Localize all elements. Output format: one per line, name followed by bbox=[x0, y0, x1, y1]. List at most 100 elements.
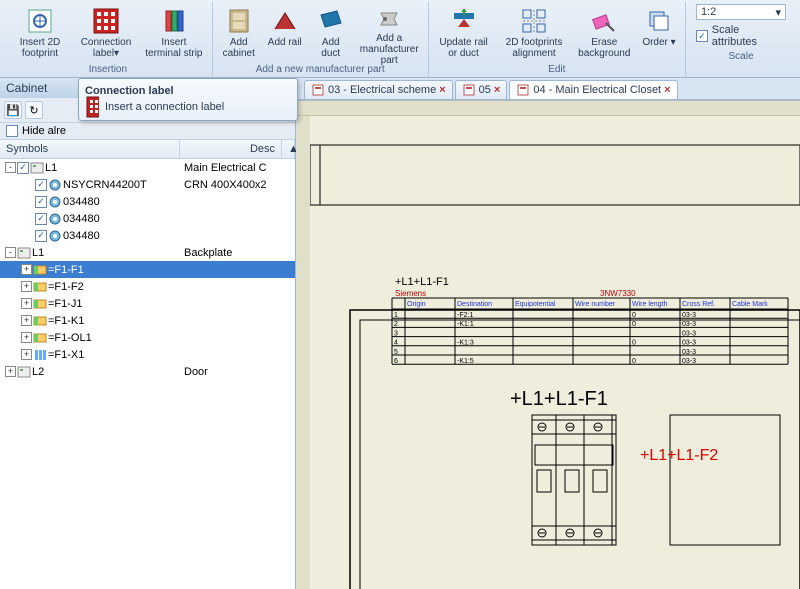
insert-2d-footprint-icon bbox=[24, 5, 56, 37]
col-desc[interactable]: Desc bbox=[180, 140, 282, 158]
ribbon-group-label: Edit bbox=[433, 63, 681, 77]
expand-icon[interactable]: + bbox=[5, 366, 16, 377]
order-label: Order ▾ bbox=[642, 37, 675, 48]
toolbar-refresh-icon[interactable]: ↻ bbox=[25, 101, 43, 119]
add-duct[interactable]: Add duct bbox=[309, 2, 353, 62]
tab-04[interactable]: 04 - Main Electrical Closet× bbox=[509, 80, 677, 99]
tab-label: 05 bbox=[479, 84, 491, 96]
tree-item-label: 034480 bbox=[63, 230, 100, 242]
svg-text:03-3: 03-3 bbox=[682, 312, 696, 319]
insert-terminal-strip-icon bbox=[158, 5, 190, 37]
tab-close-icon[interactable]: × bbox=[664, 84, 670, 96]
tree-header: Symbols Desc ▲ bbox=[0, 140, 295, 159]
expand-icon[interactable]: + bbox=[21, 349, 32, 360]
connection-label-icon bbox=[90, 5, 122, 37]
add-cabinet[interactable]: Add cabinet bbox=[217, 2, 261, 62]
connection-label-tooltip: Connection label Insert a connection lab… bbox=[78, 78, 298, 121]
drawing-canvas[interactable]: +L1+L1-F1Siemens3NW7330OriginDestination… bbox=[296, 100, 800, 589]
tree-row[interactable]: ✓ 034480 bbox=[0, 227, 295, 244]
comp-icon bbox=[33, 297, 47, 311]
expand-icon[interactable]: + bbox=[21, 281, 32, 292]
add-rail[interactable]: Add rail bbox=[263, 2, 307, 62]
add-cabinet-icon bbox=[223, 5, 255, 37]
insert-2d-footprint[interactable]: Insert 2D footprint bbox=[8, 2, 72, 62]
col-symbols[interactable]: Symbols bbox=[0, 140, 180, 158]
gear-icon bbox=[48, 178, 62, 192]
add-duct-icon bbox=[315, 5, 347, 37]
svg-text:3: 3 bbox=[394, 330, 398, 337]
comp-icon bbox=[33, 263, 47, 277]
tab-03[interactable]: 03 - Electrical scheme× bbox=[304, 80, 453, 99]
2d-footprints-alignment-icon bbox=[518, 5, 550, 37]
tree-row[interactable]: ✓ 034480 bbox=[0, 210, 295, 227]
expand-icon[interactable]: - bbox=[5, 162, 16, 173]
svg-text:+L1+L1-F1: +L1+L1-F1 bbox=[510, 388, 608, 410]
svg-text:Cross Ref.: Cross Ref. bbox=[682, 301, 715, 308]
tree-item-desc: Door bbox=[180, 366, 295, 378]
update-rail-duct[interactable]: Update rail or duct bbox=[433, 2, 495, 62]
svg-text:Equipotential: Equipotential bbox=[515, 301, 556, 308]
tree-row[interactable]: ✓ 034480 bbox=[0, 193, 295, 210]
svg-text:Wire number: Wire number bbox=[575, 301, 616, 308]
add-mfr-part[interactable]: Add a manufacturer part bbox=[355, 2, 424, 62]
svg-text:+L1+L1-F2: +L1+L1-F2 bbox=[640, 447, 718, 464]
tree-item-label: =F1-X1 bbox=[48, 349, 84, 361]
tree-row[interactable]: + =F1-X1 bbox=[0, 346, 295, 363]
update-rail-duct-label: Update rail or duct bbox=[438, 37, 490, 59]
tree-row[interactable]: ✓ NSYCRN44200TCRN 400X400x2 bbox=[0, 176, 295, 193]
svg-text:0: 0 bbox=[632, 312, 636, 319]
tree-row[interactable]: + =F1-J1 bbox=[0, 295, 295, 312]
2d-footprints-alignment[interactable]: 2D footprints alignment bbox=[496, 2, 571, 62]
connection-label[interactable]: Connection label▾ bbox=[74, 2, 138, 62]
tree-item-label: =F1-K1 bbox=[48, 315, 84, 327]
tree-row[interactable]: + =F1-F1 bbox=[0, 261, 295, 278]
tree-row[interactable]: -✓ L1Main Electrical C bbox=[0, 159, 295, 176]
tree-row[interactable]: - L1Backplate bbox=[0, 244, 295, 261]
svg-text:Destination: Destination bbox=[457, 301, 492, 308]
tree-row[interactable]: + =F1-F2 bbox=[0, 278, 295, 295]
expand-icon[interactable]: + bbox=[21, 332, 32, 343]
cabinet-panel: Cabinet 📌 ✕ 💾 ↻ Hide alre Symbols Desc ▲… bbox=[0, 78, 296, 589]
tab-05[interactable]: 05× bbox=[455, 80, 508, 99]
svg-text:3NW7330: 3NW7330 bbox=[600, 289, 636, 298]
tree-checkbox[interactable]: ✓ bbox=[35, 213, 47, 225]
svg-text:Origin: Origin bbox=[407, 301, 426, 308]
erase-background-icon bbox=[588, 5, 620, 37]
erase-background[interactable]: Erase background bbox=[574, 2, 635, 62]
hide-already-checkbox[interactable] bbox=[6, 125, 18, 137]
svg-text:0: 0 bbox=[632, 358, 636, 365]
document-area: 03 - Electrical scheme×05×04 - Main Elec… bbox=[296, 78, 800, 589]
expand-icon[interactable]: + bbox=[21, 264, 32, 275]
tree-item-label: 034480 bbox=[63, 196, 100, 208]
gear-icon bbox=[48, 195, 62, 209]
expand-icon[interactable]: - bbox=[5, 247, 16, 258]
tree-row[interactable]: + =F1-OL1 bbox=[0, 329, 295, 346]
doc-icon bbox=[516, 83, 530, 97]
expand-icon[interactable]: + bbox=[21, 298, 32, 309]
tree-checkbox[interactable]: ✓ bbox=[35, 230, 47, 242]
document-tabs: 03 - Electrical scheme×05×04 - Main Elec… bbox=[296, 78, 800, 100]
scale-attributes-checkbox[interactable]: ✓Scale attributes bbox=[696, 24, 786, 48]
doc-icon bbox=[311, 83, 325, 97]
board-icon bbox=[17, 365, 31, 379]
tab-label: 04 - Main Electrical Closet bbox=[533, 84, 661, 96]
insert-terminal-strip[interactable]: Insert terminal strip bbox=[140, 2, 208, 62]
tooltip-title: Connection label bbox=[85, 85, 291, 97]
svg-text:Cable Mark: Cable Mark bbox=[732, 301, 768, 308]
tab-close-icon[interactable]: × bbox=[494, 84, 500, 96]
ribbon-group-label: Add a new manufacturer part bbox=[217, 63, 424, 77]
tree-row[interactable]: + L2Door bbox=[0, 363, 295, 380]
scale-select[interactable]: 1:2 ▾ bbox=[696, 4, 786, 20]
order[interactable]: Order ▾ bbox=[637, 2, 681, 62]
svg-text:-K1:3: -K1:3 bbox=[457, 340, 474, 347]
tree-row[interactable]: + =F1-K1 bbox=[0, 312, 295, 329]
svg-text:Wire length: Wire length bbox=[632, 301, 668, 308]
col-sort-icon[interactable]: ▲ bbox=[282, 140, 295, 158]
expand-icon[interactable]: + bbox=[21, 315, 32, 326]
tree-checkbox[interactable]: ✓ bbox=[35, 196, 47, 208]
toolbar-save-icon[interactable]: 💾 bbox=[4, 101, 22, 119]
tree-checkbox[interactable]: ✓ bbox=[35, 179, 47, 191]
tab-close-icon[interactable]: × bbox=[439, 84, 445, 96]
tree-checkbox[interactable]: ✓ bbox=[17, 162, 29, 174]
ribbon: Insert 2D footprintConnection label▾Inse… bbox=[0, 0, 800, 78]
